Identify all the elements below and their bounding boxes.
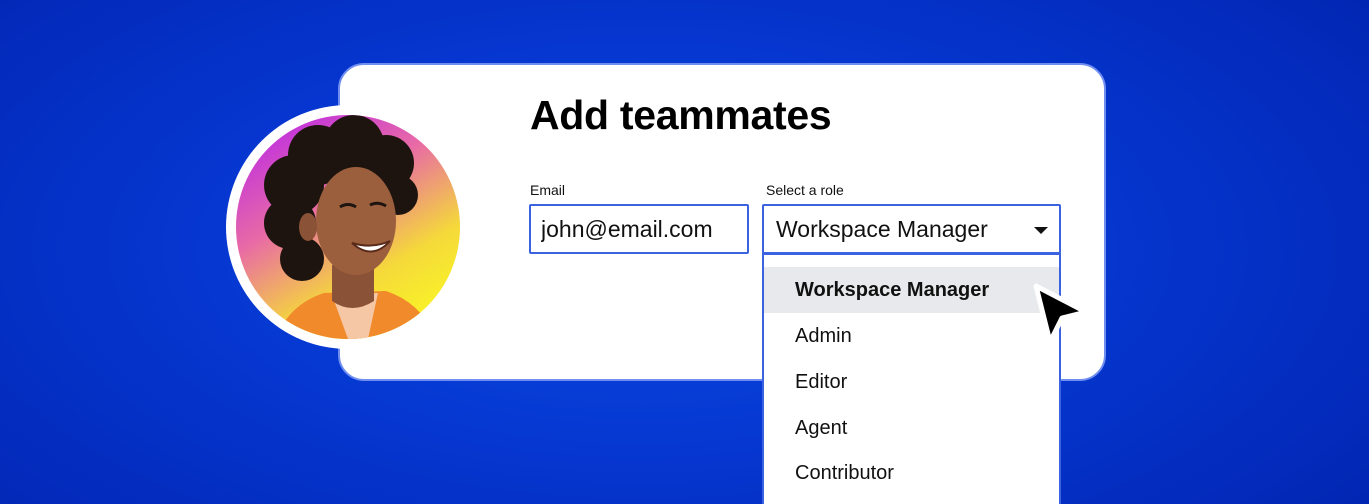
chevron-down-icon [1034, 227, 1048, 234]
avatar [236, 115, 460, 339]
role-select[interactable]: Workspace Manager [762, 204, 1061, 254]
role-option-contributor[interactable]: Contributor [764, 450, 1059, 496]
role-option-editor[interactable]: Editor [764, 359, 1059, 405]
avatar-photo [236, 115, 460, 339]
role-select-value: Workspace Manager [776, 216, 988, 242]
role-label: Select a role [766, 182, 844, 198]
role-option-admin[interactable]: Admin [764, 313, 1059, 359]
role-option-agent[interactable]: Agent [764, 405, 1059, 451]
role-option-workspace-manager[interactable]: Workspace Manager [764, 267, 1059, 313]
mouse-pointer-icon [1033, 283, 1089, 345]
avatar-ring [226, 105, 470, 349]
email-field[interactable] [529, 204, 749, 254]
role-dropdown-menu: Workspace Manager Admin Editor Agent Con… [762, 253, 1061, 504]
page-title: Add teammates [530, 92, 832, 138]
email-label: Email [530, 182, 566, 198]
